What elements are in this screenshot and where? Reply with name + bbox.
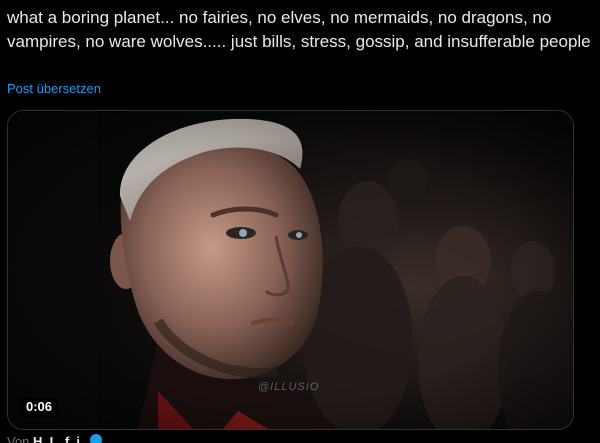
video-player[interactable]: @ILLUSIO 0:06 [7,110,574,430]
video-watermark: @ILLUSIO [258,381,320,393]
tweet-text: what a boring planet... no fairies, no e… [7,8,591,51]
verified-badge-icon [90,434,103,443]
video-duration-badge: 0:06 [20,397,59,417]
attribution-row: Von H. L. f. i. [7,434,103,443]
attribution-prefix: Von [7,434,30,443]
attribution-name[interactable]: H. L. f. i. [33,434,84,443]
translate-post-link[interactable]: Post übersetzen [7,81,101,97]
